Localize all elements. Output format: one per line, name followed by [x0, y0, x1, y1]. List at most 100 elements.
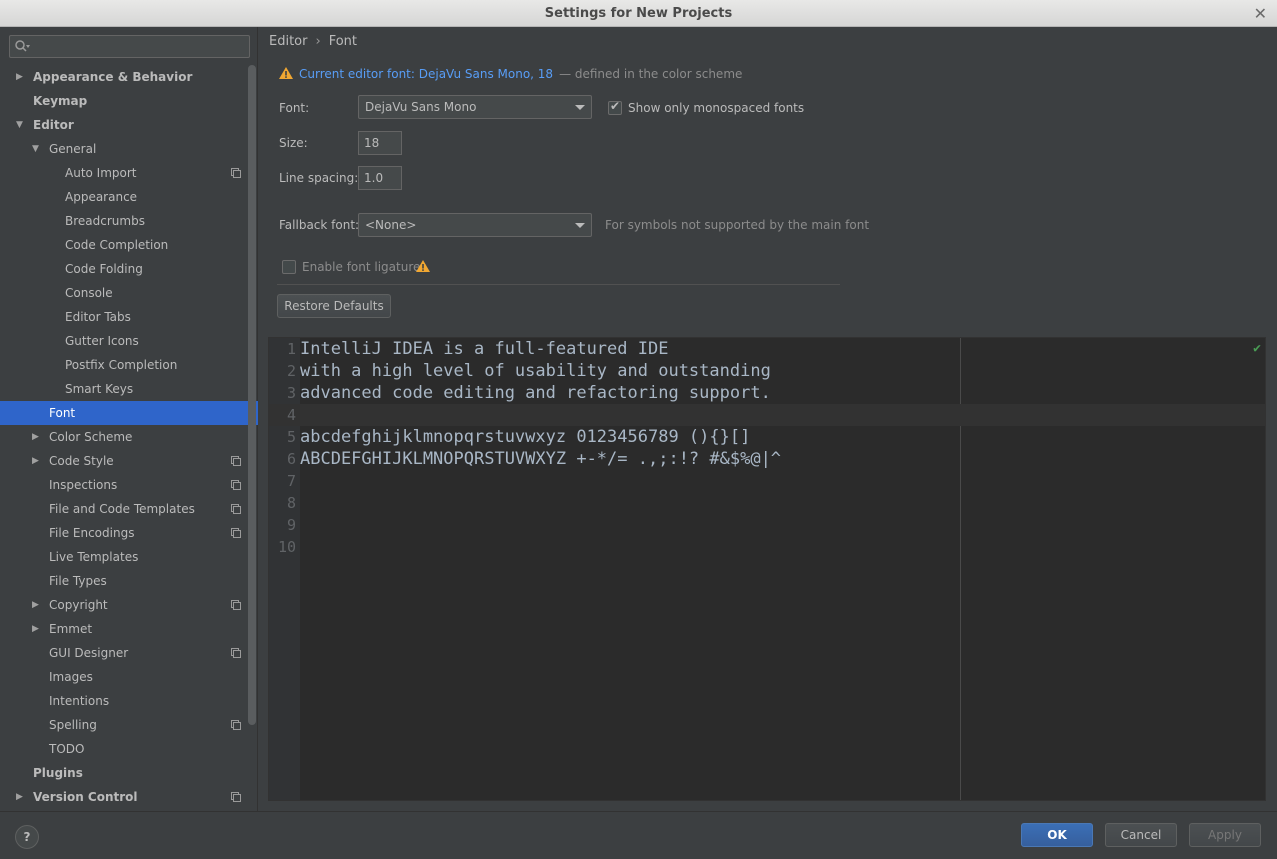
- line-text: with a high level of usability and outst…: [300, 361, 771, 381]
- sidebar-item-keymap[interactable]: Keymap: [0, 89, 258, 113]
- fallback-font-label: Fallback font:: [279, 218, 360, 232]
- sidebar-item-todo[interactable]: TODO: [0, 737, 258, 761]
- project-settings-icon: [231, 504, 241, 514]
- close-icon[interactable]: ✕: [1254, 4, 1267, 23]
- sidebar-item-code-completion[interactable]: Code Completion: [0, 233, 258, 257]
- sidebar-item-label: Live Templates: [49, 550, 139, 564]
- search-input[interactable]: [9, 35, 250, 58]
- line-number: 5: [286, 428, 296, 446]
- sidebar-item-code-folding[interactable]: Code Folding: [0, 257, 258, 281]
- line-number: 7: [286, 472, 296, 490]
- line-text: abcdefghijklmnopqrstuvwxyz 0123456789 ()…: [300, 427, 751, 447]
- sidebar-item-label: File Types: [49, 574, 107, 588]
- line-number: 3: [286, 384, 296, 402]
- line-spacing-field[interactable]: 1.0: [358, 166, 402, 190]
- sidebar-item-appearance[interactable]: Appearance: [0, 185, 258, 209]
- size-field[interactable]: 18: [358, 131, 402, 155]
- fallback-font-dropdown[interactable]: <None>: [358, 213, 592, 237]
- project-settings-icon: [231, 648, 241, 658]
- sidebar-item-file-encodings[interactable]: File Encodings: [0, 521, 258, 545]
- monospaced-only-checkbox[interactable]: ✔: [608, 99, 622, 115]
- help-button[interactable]: ?: [15, 825, 39, 849]
- sidebar-item-label: File and Code Templates: [49, 502, 195, 516]
- chevron-right-icon[interactable]: ▶: [32, 617, 42, 641]
- sidebar-item-file-types[interactable]: File Types: [0, 569, 258, 593]
- sidebar-item-label: Version Control: [33, 790, 138, 804]
- sidebar-item-font[interactable]: Font: [0, 401, 258, 425]
- project-settings-icon: [231, 456, 241, 466]
- code-line: 7: [269, 470, 1265, 492]
- sidebar-item-editor[interactable]: ▼ Editor: [0, 113, 258, 137]
- sidebar-item-live-templates[interactable]: Live Templates: [0, 545, 258, 569]
- breadcrumb-parent[interactable]: Editor: [269, 34, 307, 49]
- sidebar-item-label: TODO: [49, 742, 85, 756]
- monospaced-only-label[interactable]: Show only monospaced fonts: [628, 101, 804, 115]
- ok-button[interactable]: OK: [1021, 823, 1093, 847]
- divider: [277, 284, 840, 285]
- ligatures-label[interactable]: Enable font ligatures: [302, 260, 427, 274]
- breadcrumb-separator: ›: [315, 34, 321, 49]
- line-number: 9: [286, 516, 296, 534]
- fallback-font-hint: For symbols not supported by the main fo…: [605, 218, 870, 232]
- sidebar-item-label: Keymap: [33, 94, 88, 108]
- sidebar-item-label: Auto Import: [65, 166, 137, 180]
- code-line: 9: [269, 514, 1265, 536]
- font-preview-editor[interactable]: ✔ 1 IntelliJ IDEA is a full-featured IDE 2…: [268, 337, 1266, 801]
- sidebar-item-auto-import[interactable]: Auto Import: [0, 161, 258, 185]
- warning-icon: [279, 67, 293, 79]
- sidebar-item-code-style[interactable]: ▶ Code Style: [0, 449, 258, 473]
- sidebar-item-inspections[interactable]: Inspections: [0, 473, 258, 497]
- sidebar-item-emmet[interactable]: ▶ Emmet: [0, 617, 258, 641]
- sidebar-item-intentions[interactable]: Intentions: [0, 689, 258, 713]
- line-number: 8: [286, 494, 296, 512]
- project-settings-icon: [231, 480, 241, 490]
- current-font-link[interactable]: Current editor font: DejaVu Sans Mono, 1…: [299, 67, 553, 81]
- chevron-right-icon[interactable]: ▶: [16, 65, 26, 89]
- sidebar-item-label: Intentions: [49, 694, 110, 708]
- line-number: 6: [286, 450, 296, 468]
- line-text: IntelliJ IDEA is a full-featured IDE: [300, 339, 669, 359]
- sidebar-item-copyright[interactable]: ▶ Copyright: [0, 593, 258, 617]
- code-line: 1 IntelliJ IDEA is a full-featured IDE: [269, 338, 1265, 360]
- sidebar-item-file-and-code-templates[interactable]: File and Code Templates: [0, 497, 258, 521]
- sidebar-item-console[interactable]: Console: [0, 281, 258, 305]
- sidebar-item-images[interactable]: Images: [0, 665, 258, 689]
- sidebar-item-general[interactable]: ▼ General: [0, 137, 258, 161]
- project-settings-icon: [231, 792, 241, 802]
- restore-defaults-button[interactable]: Restore Defaults: [277, 294, 391, 318]
- project-settings-icon: [231, 168, 241, 178]
- line-text: advanced code editing and refactoring su…: [300, 383, 771, 403]
- warning-icon: [416, 260, 430, 272]
- apply-button[interactable]: Apply: [1189, 823, 1261, 847]
- sidebar-item-version-control[interactable]: ▶ Version Control: [0, 785, 258, 809]
- chevron-right-icon[interactable]: ▶: [16, 785, 26, 809]
- sidebar-item-smart-keys[interactable]: Smart Keys: [0, 377, 258, 401]
- sidebar-scrollbar[interactable]: [248, 65, 256, 725]
- ligatures-checkbox[interactable]: [282, 260, 296, 274]
- sidebar-item-gutter-icons[interactable]: Gutter Icons: [0, 329, 258, 353]
- chevron-right-icon[interactable]: ▶: [32, 593, 42, 617]
- sidebar-item-spelling[interactable]: Spelling: [0, 713, 258, 737]
- chevron-right-icon[interactable]: ▶: [32, 425, 42, 449]
- cancel-button[interactable]: Cancel: [1105, 823, 1177, 847]
- sidebar-item-label: Font: [49, 406, 76, 420]
- sidebar-item-editor-tabs[interactable]: Editor Tabs: [0, 305, 258, 329]
- chevron-right-icon[interactable]: ▶: [32, 449, 42, 473]
- sidebar-item-breadcrumbs[interactable]: Breadcrumbs: [0, 209, 258, 233]
- sidebar-item-label: Appearance: [65, 190, 138, 204]
- sidebar-item-label: Copyright: [49, 598, 108, 612]
- line-text: ABCDEFGHIJKLMNOPQRSTUVWXYZ +-*/= .,;:!? …: [300, 449, 782, 469]
- font-dropdown[interactable]: DejaVu Sans Mono: [358, 95, 592, 119]
- chevron-down-icon[interactable]: ▼: [32, 137, 42, 161]
- chevron-down-icon[interactable]: ▼: [16, 113, 26, 137]
- sidebar-item-appearance-behavior[interactable]: ▶ Appearance & Behavior: [0, 65, 258, 89]
- project-settings-icon: [231, 528, 241, 538]
- code-line: 10: [269, 536, 1265, 558]
- sidebar-item-gui-designer[interactable]: GUI Designer: [0, 641, 258, 665]
- sidebar-item-color-scheme[interactable]: ▶ Color Scheme: [0, 425, 258, 449]
- code-line: 4: [269, 404, 1265, 426]
- dialog-footer: ? OK Cancel Apply: [0, 811, 1277, 859]
- sidebar-item-postfix-completion[interactable]: Postfix Completion: [0, 353, 258, 377]
- font-value: DejaVu Sans Mono: [365, 100, 477, 114]
- sidebar-item-plugins[interactable]: Plugins: [0, 761, 258, 785]
